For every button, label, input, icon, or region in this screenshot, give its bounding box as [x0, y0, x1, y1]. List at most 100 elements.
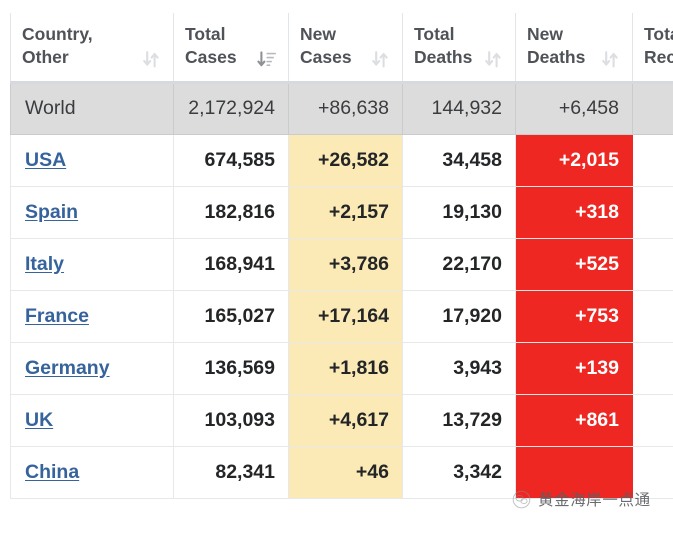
cell-value: +318: [575, 201, 619, 223]
cell-new-deaths: +525: [516, 238, 633, 290]
cell-value: +3,786: [329, 253, 389, 275]
column-header-line2: Recovered: [644, 46, 673, 69]
cell-value: +2,015: [559, 149, 619, 171]
table-body: World2,172,924+86,638144,932+6,458USA674…: [11, 82, 673, 498]
column-header-line1: New: [300, 23, 365, 46]
cell-value: 144,932: [432, 97, 503, 119]
covid-statistics-table: Country,OtherTotalCasesNewCasesTotalDeat…: [10, 13, 673, 499]
cell-new-deaths: [516, 446, 633, 498]
column-header-line1: Total: [414, 23, 478, 46]
cell-total-deaths: 34,458: [403, 134, 516, 186]
cell-new-cases: +4,617: [289, 394, 403, 446]
cell-country: China: [11, 446, 174, 498]
cell-new-deaths: +753: [516, 290, 633, 342]
cell-total-deaths: 3,943: [403, 342, 516, 394]
cell-total-rec: [633, 446, 673, 498]
cell-total-rec: [633, 82, 673, 134]
column-header-total-rec[interactable]: TotalRecovered: [633, 13, 673, 82]
cell-total-cases: 168,941: [174, 238, 289, 290]
cell-total-cases: 2,172,924: [174, 82, 289, 134]
cell-total-rec: [633, 238, 673, 290]
table-scroll-region[interactable]: Country,OtherTotalCasesNewCasesTotalDeat…: [10, 13, 673, 534]
column-header-new-deaths[interactable]: NewDeaths: [516, 13, 633, 82]
cell-country: Italy: [11, 238, 174, 290]
cell-new-cases: +46: [289, 446, 403, 498]
cell-value: 3,342: [453, 461, 502, 483]
country-link[interactable]: China: [25, 461, 79, 483]
cell-value: +2,157: [329, 201, 389, 223]
cell-new-cases: +26,582: [289, 134, 403, 186]
cell-value: +1,816: [329, 357, 389, 379]
cell-total-deaths: 13,729: [403, 394, 516, 446]
cell-value: 22,170: [442, 253, 502, 275]
column-header-line1: Country,: [22, 23, 136, 46]
sort-descending-icon[interactable]: [256, 50, 277, 69]
cell-value: 168,941: [205, 253, 276, 275]
cell-new-deaths: +861: [516, 394, 633, 446]
cell-value: 2,172,924: [188, 97, 275, 119]
cell-new-cases: +1,816: [289, 342, 403, 394]
country-link[interactable]: France: [25, 305, 89, 327]
country-link[interactable]: UK: [25, 409, 53, 431]
region-tabs-bar: South America Africa Oceania: [0, 0, 673, 13]
cell-total-deaths: 22,170: [403, 238, 516, 290]
sort-both-icon[interactable]: [600, 50, 621, 69]
cell-value: 13,729: [442, 409, 502, 431]
cell-country: Spain: [11, 186, 174, 238]
cell-total-cases: 674,585: [174, 134, 289, 186]
cell-total-deaths: 17,920: [403, 290, 516, 342]
cell-value: 17,920: [442, 305, 502, 327]
cell-value: 674,585: [205, 149, 276, 171]
covid-stats-table-page: South America Africa Oceania Country,Other…: [0, 0, 673, 534]
cell-total-deaths: 19,130: [403, 186, 516, 238]
region-tab-south-america[interactable]: South America: [22, 0, 124, 4]
sort-both-icon[interactable]: [483, 50, 504, 69]
table-row: Spain 182,816 +2,157 19,130 +318: [11, 186, 673, 238]
cell-total-cases: 165,027: [174, 290, 289, 342]
cell-value: 136,569: [205, 357, 276, 379]
column-header-new-cases[interactable]: NewCases: [289, 13, 403, 82]
country-link[interactable]: Italy: [25, 253, 64, 275]
column-header-line1: New: [527, 23, 595, 46]
cell-value: 34,458: [442, 149, 502, 171]
cell-value: +525: [575, 253, 619, 275]
column-header-country[interactable]: Country,Other: [11, 13, 174, 82]
country-link[interactable]: USA: [25, 149, 66, 171]
cell-total-cases: 182,816: [174, 186, 289, 238]
cell-new-cases: +3,786: [289, 238, 403, 290]
cell-total-rec: [633, 186, 673, 238]
cell-value: +17,164: [318, 305, 389, 327]
cell-country: USA: [11, 134, 174, 186]
cell-total-rec: [633, 394, 673, 446]
table-row: France 165,027 +17,164 17,920 +753: [11, 290, 673, 342]
country-link[interactable]: Spain: [25, 201, 78, 223]
world-summary-row: World2,172,924+86,638144,932+6,458: [11, 82, 673, 134]
region-tab-africa[interactable]: Africa: [170, 0, 210, 4]
cell-value: 3,943: [453, 357, 502, 379]
cell-total-cases: 136,569: [174, 342, 289, 394]
cell-value: +139: [575, 357, 619, 379]
cell-value: 182,816: [205, 201, 276, 223]
cell-new-deaths: +318: [516, 186, 633, 238]
cell-total-cases: 103,093: [174, 394, 289, 446]
cell-country: France: [11, 290, 174, 342]
cell-country: World: [11, 82, 174, 134]
cell-value: 165,027: [205, 305, 276, 327]
column-header-total-cases[interactable]: TotalCases: [174, 13, 289, 82]
cell-country: UK: [11, 394, 174, 446]
cell-value: 103,093: [205, 409, 276, 431]
cell-value: +753: [575, 305, 619, 327]
sort-both-icon[interactable]: [141, 50, 162, 69]
cell-value: +26,582: [318, 149, 389, 171]
column-header-total-deaths[interactable]: TotalDeaths: [403, 13, 516, 82]
table-header: Country,OtherTotalCasesNewCasesTotalDeat…: [11, 13, 673, 82]
region-tab-oceania[interactable]: Oceania: [256, 0, 314, 4]
cell-total-rec: [633, 342, 673, 394]
cell-total-deaths: 3,342: [403, 446, 516, 498]
cell-value: World: [25, 97, 76, 119]
sort-both-icon[interactable]: [370, 50, 391, 69]
country-link[interactable]: Germany: [25, 357, 110, 379]
cell-country: Germany: [11, 342, 174, 394]
cell-new-deaths: +2,015: [516, 134, 633, 186]
column-header-line2: Other: [22, 46, 136, 69]
